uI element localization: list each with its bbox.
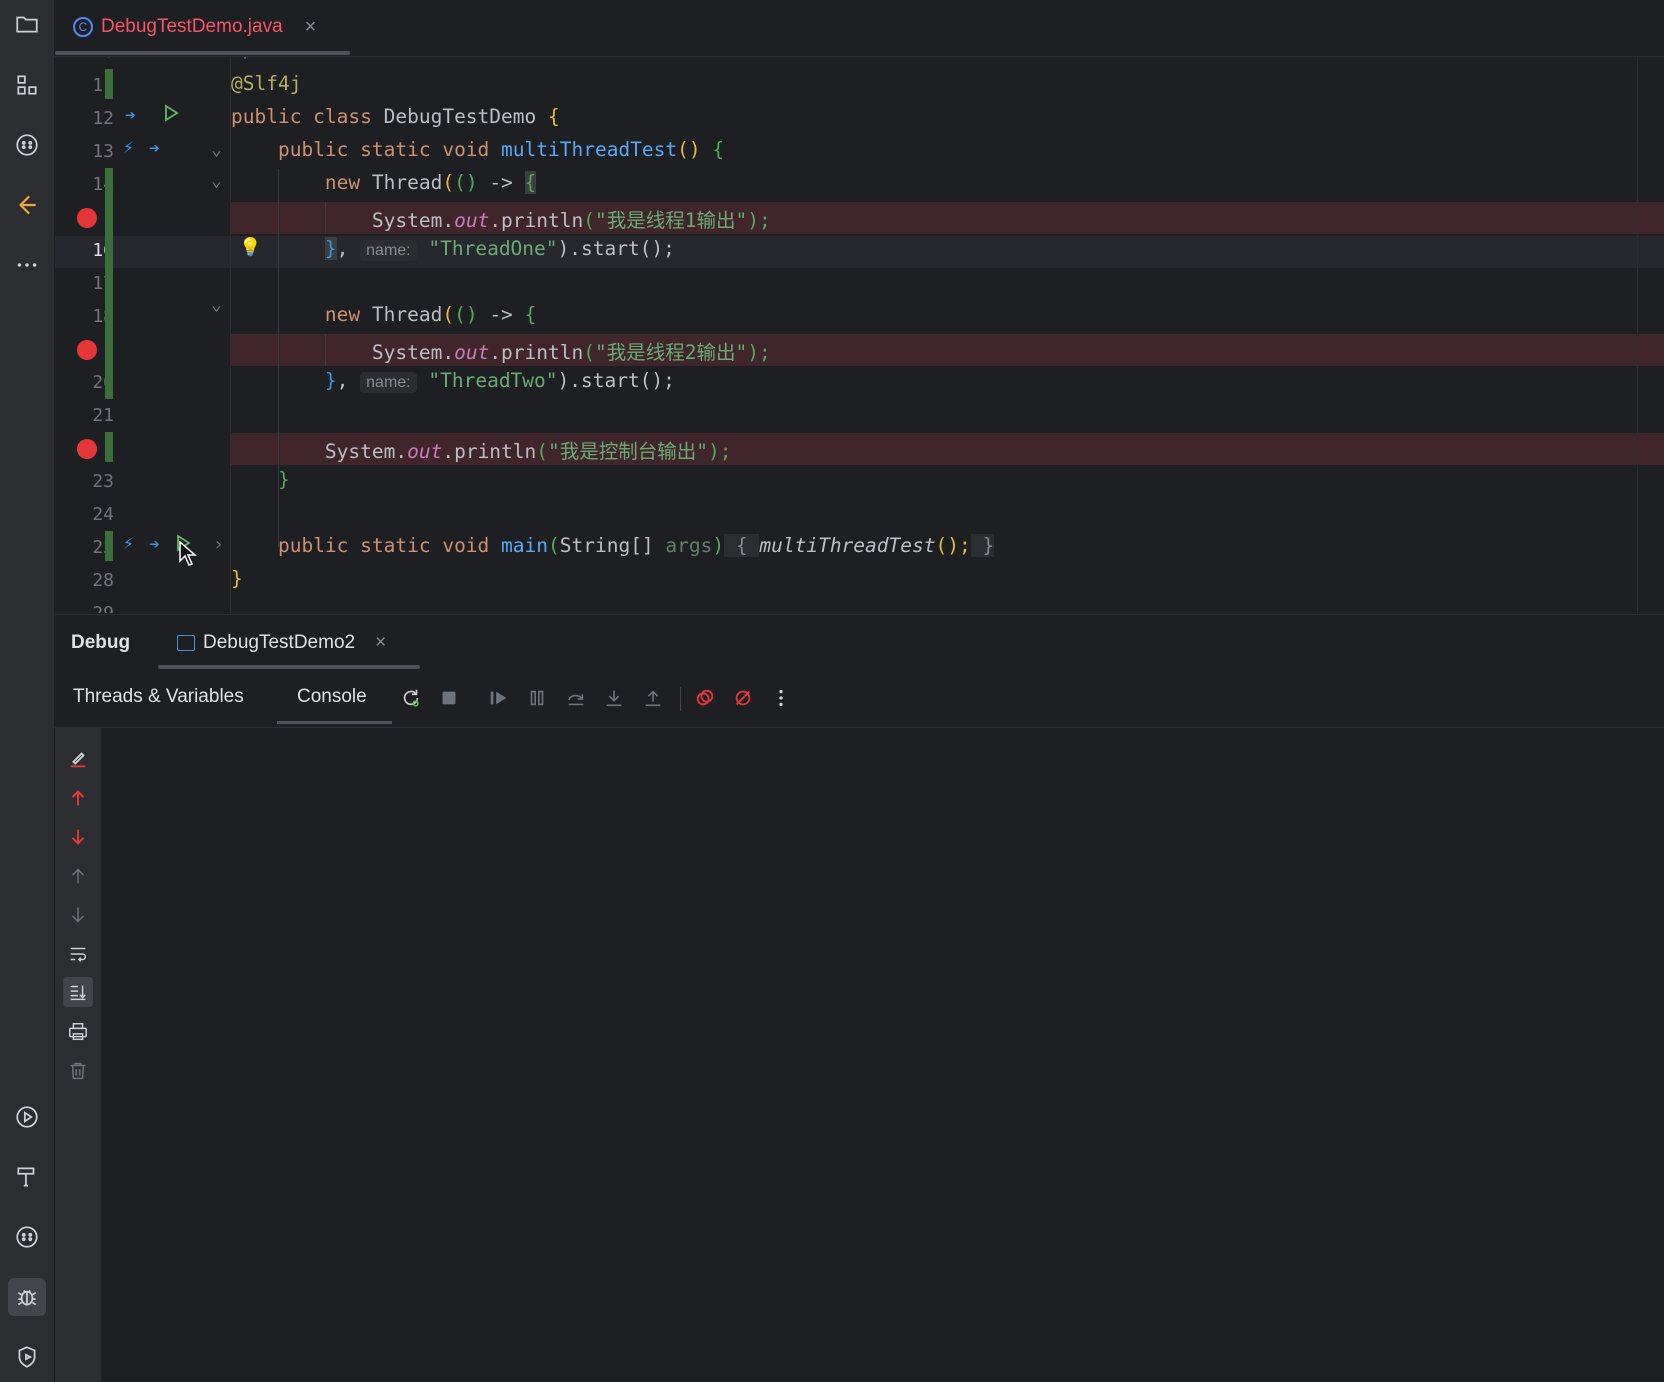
class-icon: C — [73, 17, 93, 37]
spring-bean-icon[interactable]: ⚡ — [123, 533, 134, 554]
debug-toolbar: Threads & Variables Console — [55, 671, 1664, 728]
debug-session-tab[interactable]: DebugTestDemo2 × — [177, 627, 386, 659]
code-line-15: System.out.println("我是线程1输出"); — [371, 209, 771, 232]
code-line-11: @Slf4j — [231, 72, 302, 95]
line-number: 28 — [92, 570, 114, 591]
editor-tab-bar: C DebugTestDemo.java × — [55, 0, 1664, 57]
more-options-icon[interactable] — [766, 683, 796, 713]
console-side-toolbar — [55, 728, 101, 1382]
project-folder-icon[interactable] — [8, 5, 46, 43]
print-icon[interactable] — [63, 1017, 93, 1047]
line-number: 12 — [92, 108, 114, 129]
spring-bean-icon[interactable]: ⚡ — [123, 137, 134, 158]
up-arrow-icon[interactable] — [63, 861, 93, 891]
mouse-cursor-icon — [179, 540, 198, 572]
code-line-22: System.out.println("我是控制台输出"); — [324, 440, 732, 463]
vcs-change-marker — [105, 432, 113, 462]
tab-threads-variables[interactable]: Threads & Variables — [73, 686, 244, 708]
scroll-to-end-icon[interactable] — [63, 977, 93, 1007]
implements-arrow-icon[interactable]: ➔ — [149, 138, 160, 159]
build-hammer-icon[interactable] — [8, 1158, 46, 1196]
more-tools-icon[interactable] — [8, 246, 46, 284]
tab-debugtestdemo-java[interactable]: C DebugTestDemo.java × — [73, 12, 316, 42]
console-tab-underline — [277, 721, 392, 724]
fold-chevron-down-icon[interactable]: ⌄ — [211, 170, 222, 191]
line-number: 29 — [69, 603, 114, 613]
line-number: 21 — [92, 405, 114, 426]
services-icon[interactable] — [8, 1218, 46, 1256]
debug-tool-window-header: Debug DebugTestDemo2 × — [55, 614, 1664, 671]
step-into-icon[interactable] — [599, 683, 629, 713]
line-number: 10 — [69, 57, 114, 62]
run-icon[interactable] — [8, 1098, 46, 1136]
run-gutter-icon[interactable] — [161, 103, 181, 128]
code-line-23: } — [277, 468, 290, 491]
code-line-16: }, name: "ThreadOne").start(); — [324, 237, 675, 261]
soft-wrap-icon[interactable] — [63, 939, 93, 969]
resume-icon[interactable] — [483, 683, 513, 713]
session-close-button[interactable]: × — [375, 632, 386, 654]
tab-file-name: DebugTestDemo.java — [101, 16, 283, 37]
line-number: 23 — [92, 471, 114, 492]
code-editor[interactable]: 10 11 12 13 14 16 17 18 20 21 23 24 25 2… — [55, 57, 1664, 613]
vcs-change-marker — [105, 69, 113, 99]
code-line-25: public static void main(String[] args) {… — [277, 534, 995, 557]
vcs-change-marker — [105, 531, 113, 561]
implements-arrow-icon[interactable]: ➔ — [149, 534, 160, 555]
toolbar-separator — [680, 687, 681, 711]
structure-icon[interactable] — [8, 66, 46, 104]
debug-bug-icon[interactable] — [8, 1278, 46, 1316]
trash-icon[interactable] — [63, 1056, 93, 1086]
fold-chevron-down-icon[interactable]: ⌄ — [211, 139, 222, 160]
code-line-28: } — [231, 567, 243, 590]
session-tab-label: DebugTestDemo2 — [203, 632, 356, 653]
rerun-icon[interactable] — [396, 683, 426, 713]
param-hint: name: — [360, 372, 417, 393]
tab-console[interactable]: Console — [297, 686, 367, 708]
console-window-icon — [177, 635, 195, 651]
line-number: 13 — [92, 141, 114, 162]
tab-active-underline — [55, 51, 350, 55]
security-shield-icon[interactable] — [8, 1338, 46, 1376]
plugins-icon[interactable] — [8, 126, 46, 164]
console-output[interactable] — [102, 728, 1664, 1382]
pause-icon[interactable] — [522, 683, 552, 713]
breakpoint-marker[interactable] — [77, 340, 97, 360]
code-line-20: }, name: "ThreadTwo").start(); — [324, 369, 675, 393]
code-line-18: new Thread(() -> { — [324, 303, 537, 326]
code-line-13: public static void multiThreadTest() { — [277, 138, 725, 161]
breakpoint-marker[interactable] — [77, 208, 97, 228]
debug-title: Debug — [71, 632, 131, 653]
param-hint: name: — [360, 240, 417, 261]
tool-window-strip — [0, 0, 55, 1382]
commit-icon[interactable] — [8, 186, 46, 224]
fold-chevron-right-icon[interactable]: › — [213, 534, 224, 555]
implements-arrow-icon[interactable]: ➔ — [125, 105, 136, 126]
vcs-change-marker — [105, 168, 113, 399]
previous-occurrence-up-arrow-icon[interactable] — [63, 783, 93, 813]
right-margin — [1637, 57, 1638, 613]
code-line-14: new Thread(() -> { — [324, 171, 537, 194]
view-breakpoints-icon[interactable] — [690, 683, 720, 713]
code-line-19: System.out.println("我是线程2输出"); — [371, 341, 771, 364]
step-over-icon[interactable] — [561, 683, 591, 713]
mute-breakpoints-icon[interactable] — [728, 683, 758, 713]
step-out-icon[interactable] — [638, 683, 668, 713]
breakpoint-marker[interactable] — [77, 439, 97, 459]
stop-icon[interactable] — [434, 683, 464, 713]
fold-chevron-down-icon[interactable]: ⌄ — [211, 294, 222, 315]
session-tab-underline — [158, 665, 420, 669]
tab-close-button[interactable]: × — [305, 16, 317, 39]
clear-all-brush-icon[interactable] — [63, 744, 93, 774]
code-line: */ — [231, 57, 254, 62]
code-line-12: public class DebugTestDemo { — [231, 105, 560, 128]
line-number: 24 — [92, 504, 114, 525]
next-occurrence-down-arrow-icon[interactable] — [63, 822, 93, 852]
down-arrow-icon[interactable] — [63, 900, 93, 930]
